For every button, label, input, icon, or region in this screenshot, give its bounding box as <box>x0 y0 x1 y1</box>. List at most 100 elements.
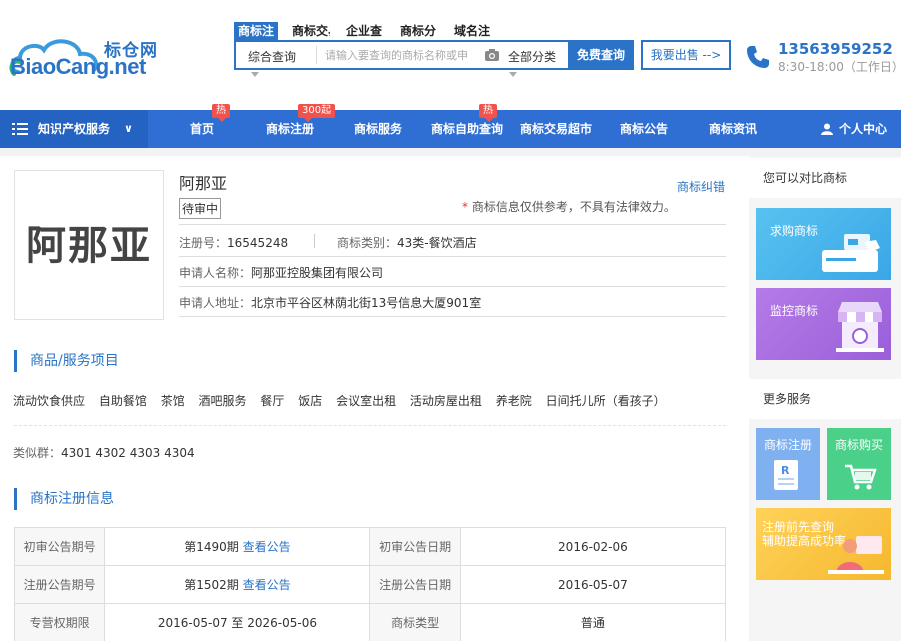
person-laptop-icon <box>828 536 884 574</box>
sell-trademark-button[interactable]: 我要出售 --> <box>641 40 731 70</box>
applicant-value: 阿那亚控股集团有限公司 <box>251 266 384 280</box>
user-center-label: 个人中心 <box>838 122 887 136</box>
monitor-trademark-card[interactable]: 监控商标 <box>756 288 891 360</box>
table-value: 2016-05-07 至 2026-05-06 <box>104 603 371 641</box>
similar-groups-label: 类似群： <box>13 446 62 460</box>
user-icon <box>820 123 833 135</box>
class-label: 商标类别： <box>337 236 398 250</box>
search-tab-trademark-register[interactable]: 商标注 <box>234 22 279 40</box>
camera-icon[interactable] <box>484 48 500 62</box>
nav-item-self-query[interactable]: 商标自助查询 热 <box>431 104 503 148</box>
hot-badge: 热 <box>479 104 497 122</box>
class-value: 43类-餐饮酒店 <box>397 236 477 250</box>
nav-item-trademark-register-label: 商标注册 <box>266 122 315 136</box>
goods-section-title: 商品/服务项目 <box>14 350 119 372</box>
ip-services-menu[interactable]: 知识产权服务 ∨ <box>0 110 148 148</box>
compare-title: 您可以对比商标 <box>749 158 901 198</box>
nav-item-home[interactable]: 首页 热 <box>190 104 230 148</box>
pre-query-card[interactable]: 注册前先查询 辅助提高成功率 <box>756 508 891 580</box>
category-dropdown-caret-icon[interactable] <box>509 72 517 77</box>
nav-item-news-label: 商标资讯 <box>709 122 758 136</box>
table-value: 普通 <box>459 603 727 641</box>
list-item: 自助餐馆 <box>98 394 147 408</box>
trademark-register-card[interactable]: 商标注册 R <box>756 428 820 500</box>
nav-item-trade-market[interactable]: 商标交易超市 <box>520 110 592 148</box>
table-value: 第1502期 查看公告 <box>104 565 371 604</box>
nav-item-home-label: 首页 <box>190 122 215 136</box>
similar-groups: 类似群：4301 4302 4303 4304 <box>13 444 195 461</box>
content-divider <box>0 148 901 156</box>
trademark-correction-link[interactable]: 商标纠错 <box>677 178 725 195</box>
user-center-link[interactable]: 个人中心 <box>820 110 887 148</box>
menu-icon <box>12 123 28 135</box>
trademark-image-text: 阿那亚 <box>26 223 152 269</box>
view-announcement-link[interactable]: 查看公告 <box>243 578 291 592</box>
trademark-image: 阿那亚 <box>14 170 164 320</box>
divider <box>14 425 726 426</box>
table-row: 注册公告期号 第1502期 查看公告 注册公告日期 2016-05-07 <box>13 565 727 604</box>
similar-groups-value: 4301 4302 4303 4304 <box>61 446 195 460</box>
registration-table: 初审公告期号 第1490期 查看公告 初审公告日期 2016-02-06 注册公… <box>13 527 727 641</box>
nav-item-announcements[interactable]: 商标公告 <box>620 110 668 148</box>
list-item: 养老院 <box>495 394 532 408</box>
nav-item-trademark-register[interactable]: 商标注册 300起 <box>266 104 336 148</box>
free-search-button[interactable]: 免费查询 <box>568 40 634 70</box>
table-label: 商标类型 <box>369 603 461 641</box>
svg-text:R: R <box>781 464 790 477</box>
table-row: 初审公告期号 第1490期 查看公告 初审公告日期 2016-02-06 <box>13 527 727 566</box>
nav-item-news[interactable]: 商标资讯 <box>709 110 757 148</box>
category-select[interactable]: 全部分类 <box>508 48 556 65</box>
reg-no-label: 注册号： <box>179 236 228 250</box>
type-dropdown-caret-icon[interactable] <box>251 72 259 77</box>
monitor-trademark-label: 监控商标 <box>770 304 819 318</box>
list-item: 流动饮食供应 <box>13 394 86 408</box>
address-label: 申请人地址： <box>179 296 252 310</box>
search-type-select[interactable]: 综合查询 <box>248 48 296 65</box>
buy-trademark-label: 求购商标 <box>770 224 819 238</box>
table-label: 初审公告期号 <box>13 527 106 566</box>
site-logo[interactable]: 标仓网 BiaoCang.net <box>8 28 158 84</box>
view-announcement-link[interactable]: 查看公告 <box>243 540 291 554</box>
store-icon <box>836 302 884 352</box>
phone-icon <box>747 46 769 68</box>
search-box: 综合查询 全部分类 免费查询 <box>234 40 634 70</box>
nav-item-trademark-services[interactable]: 商标服务 <box>354 110 402 148</box>
divider <box>314 234 315 248</box>
list-item: 酒吧服务 <box>198 394 247 408</box>
list-item: 会议室出租 <box>336 394 397 408</box>
nav-item-trademark-services-label: 商标服务 <box>354 122 403 136</box>
reg-no-value: 16545248 <box>227 236 289 250</box>
services-list: 流动饮食供应 自助餐馆 茶馆 酒吧服务 餐厅 饭店 会议室出租 活动房屋出租 养… <box>13 392 676 409</box>
trademark-name: 阿那亚 <box>179 174 228 193</box>
divider <box>179 316 726 317</box>
more-services-title: 更多服务 <box>749 379 901 419</box>
address-row: 申请人地址：北京市平谷区林荫北街13号信息大厦901室 <box>179 294 481 311</box>
list-item: 茶馆 <box>160 394 185 408</box>
table-label: 初审公告日期 <box>369 527 461 566</box>
hot-badge: 热 <box>212 104 230 122</box>
reg-no-row: 注册号：16545248 <box>179 234 288 251</box>
logo-english-text: BiaoCang.net <box>10 54 146 79</box>
price-badge: 300起 <box>298 104 336 122</box>
nav-item-trade-market-label: 商标交易超市 <box>520 122 593 136</box>
shopping-cart-icon <box>845 464 877 490</box>
divider <box>179 256 726 257</box>
table-value: 第1490期 查看公告 <box>104 527 371 566</box>
address-value: 北京市平谷区林荫北街13号信息大厦901室 <box>251 296 482 310</box>
list-item: 日间托儿所（看孩子） <box>545 394 666 408</box>
table-row: 专营权期限 2016-05-07 至 2026-05-06 商标类型 普通 <box>13 603 727 641</box>
status-badge: 待审中 <box>179 198 222 219</box>
chevron-down-icon: ∨ <box>124 122 133 135</box>
divider <box>179 224 726 225</box>
buy-trademark-card[interactable]: 求购商标 <box>756 208 891 280</box>
disclaimer-text: 商标信息仅供参考，不具有法律效力。 <box>471 200 676 214</box>
list-item: 餐厅 <box>260 394 285 408</box>
table-value-text: 第1490期 <box>184 540 239 554</box>
search-input[interactable] <box>316 46 476 64</box>
disclaimer: * 商标信息仅供参考，不具有法律效力。 <box>462 200 676 214</box>
trademark-purchase-card[interactable]: 商标购买 <box>827 428 891 500</box>
table-label: 注册公告期号 <box>13 565 106 604</box>
card-payment-icon <box>822 234 880 272</box>
applicant-row: 申请人名称：阿那亚控股集团有限公司 <box>179 264 383 281</box>
applicant-label: 申请人名称： <box>179 266 252 280</box>
